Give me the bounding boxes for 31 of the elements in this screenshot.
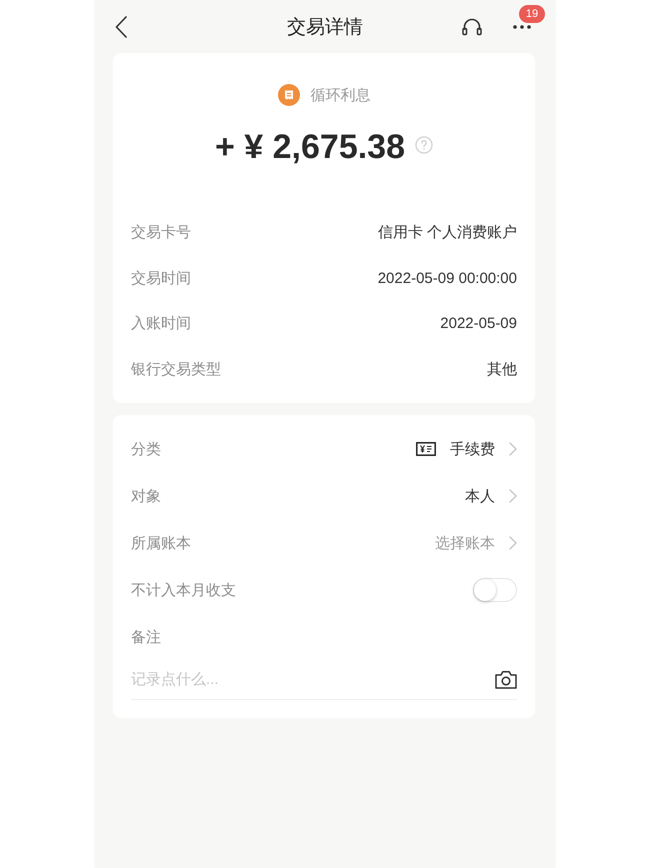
- detail-label: 银行交易类型: [131, 360, 221, 379]
- chevron-right-icon[interactable]: [509, 489, 517, 503]
- notification-badge: 19: [519, 4, 545, 22]
- detail-label: 入账时间: [131, 314, 191, 334]
- detail-value: 信用卡 个人消费账户: [378, 223, 517, 242]
- note-field[interactable]: 记录点什么...: [131, 668, 495, 692]
- setting-value[interactable]: 手续费: [450, 440, 495, 458]
- amount-text: + ¥ 2,675.38: [214, 127, 405, 167]
- detail-label: 交易卡号: [131, 223, 191, 242]
- back-icon[interactable]: [115, 16, 127, 38]
- page-title: 交易详情: [287, 16, 363, 40]
- camera-icon[interactable]: [495, 670, 517, 689]
- setting-label: 不计入本月收支: [131, 580, 236, 600]
- setting-label: 分类: [131, 440, 161, 458]
- banknote-icon: [416, 442, 436, 456]
- chevron-right-icon[interactable]: [509, 536, 517, 550]
- headset-icon[interactable]: [462, 18, 482, 36]
- setting-label: 所属账本: [131, 534, 191, 552]
- detail-value: 2022-05-09: [440, 315, 517, 332]
- receipt-icon: [278, 84, 300, 106]
- setting-value[interactable]: 本人: [465, 486, 495, 506]
- category-label: 循环利息: [310, 86, 370, 104]
- note-label: 备注: [131, 628, 161, 646]
- toggle-switch[interactable]: [473, 578, 517, 602]
- detail-label: 交易时间: [131, 268, 191, 288]
- detail-value: 2022-05-09 00:00:00: [378, 270, 517, 287]
- detail-value: 其他: [487, 360, 517, 379]
- more-icon[interactable]: [512, 24, 532, 30]
- help-icon[interactable]: [415, 136, 433, 154]
- chevron-right-icon[interactable]: [509, 442, 517, 456]
- setting-label: 对象: [131, 486, 161, 506]
